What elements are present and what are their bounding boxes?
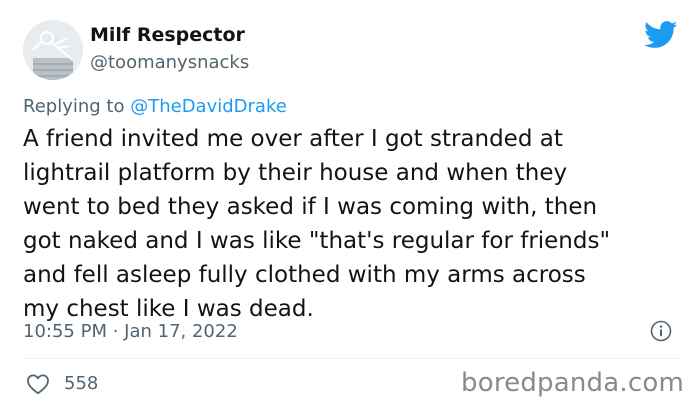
replying-to-prefix: Replying to (23, 96, 125, 117)
avatar[interactable] (23, 20, 83, 80)
skeleton-avatar-icon (23, 20, 83, 80)
author-display-name[interactable]: Milf Respector (90, 24, 245, 46)
tweet-text-line: A friend invited me over after I got str… (23, 126, 563, 152)
tweet-text: A friend invited me over after I got str… (23, 122, 683, 326)
watermark: boredpanda.com (461, 368, 684, 398)
tweet-text-line: went to bed they asked if I was coming w… (23, 194, 598, 220)
like-count[interactable]: 558 (64, 373, 98, 394)
divider (23, 358, 683, 359)
reply-mention-link[interactable]: @TheDavidDrake (130, 96, 287, 117)
tweet-text-line: and fell asleep fully clothed with my ar… (23, 262, 586, 288)
info-icon[interactable] (650, 320, 672, 342)
heart-icon[interactable] (26, 373, 50, 395)
replying-to: Replying to @TheDavidDrake (23, 96, 287, 117)
twitter-bird-icon[interactable] (644, 21, 678, 49)
tweet-text-line: got naked and I was like "that's regular… (23, 228, 611, 254)
tweet-card: Milf Respector @toomanysnacks Replying t… (0, 0, 700, 410)
tweet-text-line: lightrail platform by their house and wh… (23, 160, 568, 186)
tweet-timestamp[interactable]: 10:55 PM · Jan 17, 2022 (23, 321, 238, 342)
author-handle[interactable]: @toomanysnacks (90, 52, 249, 73)
